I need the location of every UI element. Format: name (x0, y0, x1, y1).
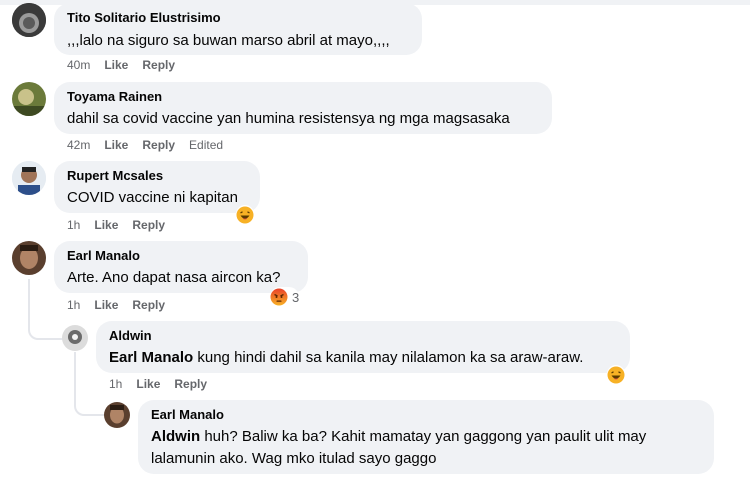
comment-text: dahil sa covid vaccine yan humina resist… (67, 110, 510, 127)
like-button[interactable]: Like (136, 377, 160, 391)
comment-text: Aldwin huh? Baliw ka ba? Kahit mamatay y… (151, 427, 646, 447)
reply-button[interactable]: Reply (132, 218, 165, 232)
avatar[interactable] (12, 161, 46, 195)
avatar[interactable] (104, 402, 130, 428)
like-button[interactable]: Like (104, 58, 128, 72)
comment-author[interactable]: Toyama Rainen (67, 89, 162, 104)
comment-author[interactable]: Tito Solitario Elustrisimo (67, 10, 221, 25)
like-button[interactable]: Like (94, 218, 118, 232)
profile-photo-icon (12, 3, 46, 37)
comment-time[interactable]: 1h (67, 218, 80, 232)
haha-reaction-icon (236, 206, 254, 224)
comment-meta: 1h Like Reply (67, 218, 179, 232)
comment-meta: 40m Like Reply (67, 58, 189, 72)
comment-time[interactable]: 42m (67, 138, 90, 152)
reaction-badge[interactable] (236, 205, 254, 225)
avatar[interactable] (12, 82, 46, 116)
profile-photo-icon (12, 241, 46, 275)
comment-time[interactable]: 1h (109, 377, 122, 391)
comment-time[interactable]: 1h (67, 298, 80, 312)
thread-connector (28, 310, 64, 340)
like-button[interactable]: Like (94, 298, 118, 312)
profile-photo-icon (104, 402, 130, 428)
comment-author[interactable]: Earl Manalo (151, 407, 224, 422)
edited-label: Edited (189, 138, 224, 152)
like-button[interactable]: Like (104, 138, 128, 152)
reply-button[interactable]: Reply (174, 377, 207, 391)
comment-time[interactable]: 40m (67, 58, 90, 72)
profile-photo-icon (62, 325, 88, 351)
thread-connector (74, 390, 106, 416)
reply-button[interactable]: Reply (132, 298, 165, 312)
comment-text-line2: lalamunin ako. Wag mko itulad sayo gaggo (151, 450, 437, 467)
reaction-count: 3 (292, 289, 300, 305)
comment-author[interactable]: Earl Manalo (67, 248, 140, 263)
comment-body: kung hindi dahil sa kanila may nilalamon… (193, 349, 584, 366)
profile-photo-icon (12, 161, 46, 195)
comment-author[interactable]: Aldwin (109, 328, 152, 343)
profile-photo-icon (12, 82, 46, 116)
comment-text: Arte. Ano dapat nasa aircon ka? (67, 269, 281, 286)
mention-link[interactable]: Aldwin (151, 428, 200, 445)
comment-meta: 42m Like Reply Edited (67, 138, 237, 152)
comment-meta: 1h Like Reply (109, 377, 221, 391)
comment-text: ,,,lalo na siguro sa buwan marso abril a… (67, 32, 390, 49)
avatar[interactable] (12, 3, 46, 37)
comment-meta: 1h Like Reply (67, 298, 179, 312)
reaction-badge[interactable]: 3 (270, 287, 300, 307)
reply-button[interactable]: Reply (142, 58, 175, 72)
avatar[interactable] (12, 241, 46, 275)
comment-author[interactable]: Rupert Mcsales (67, 168, 163, 183)
reaction-badge[interactable] (607, 365, 625, 385)
haha-reaction-icon (607, 366, 625, 384)
reply-button[interactable]: Reply (142, 138, 175, 152)
avatar[interactable] (62, 325, 88, 351)
mention-link[interactable]: Earl Manalo (109, 349, 193, 366)
comment-text: Earl Manalo kung hindi dahil sa kanila m… (109, 348, 583, 368)
comment-text: COVID vaccine ni kapitan (67, 189, 238, 206)
angry-reaction-icon (270, 288, 288, 306)
comment-body: huh? Baliw ka ba? Kahit mamatay yan gagg… (200, 428, 647, 445)
